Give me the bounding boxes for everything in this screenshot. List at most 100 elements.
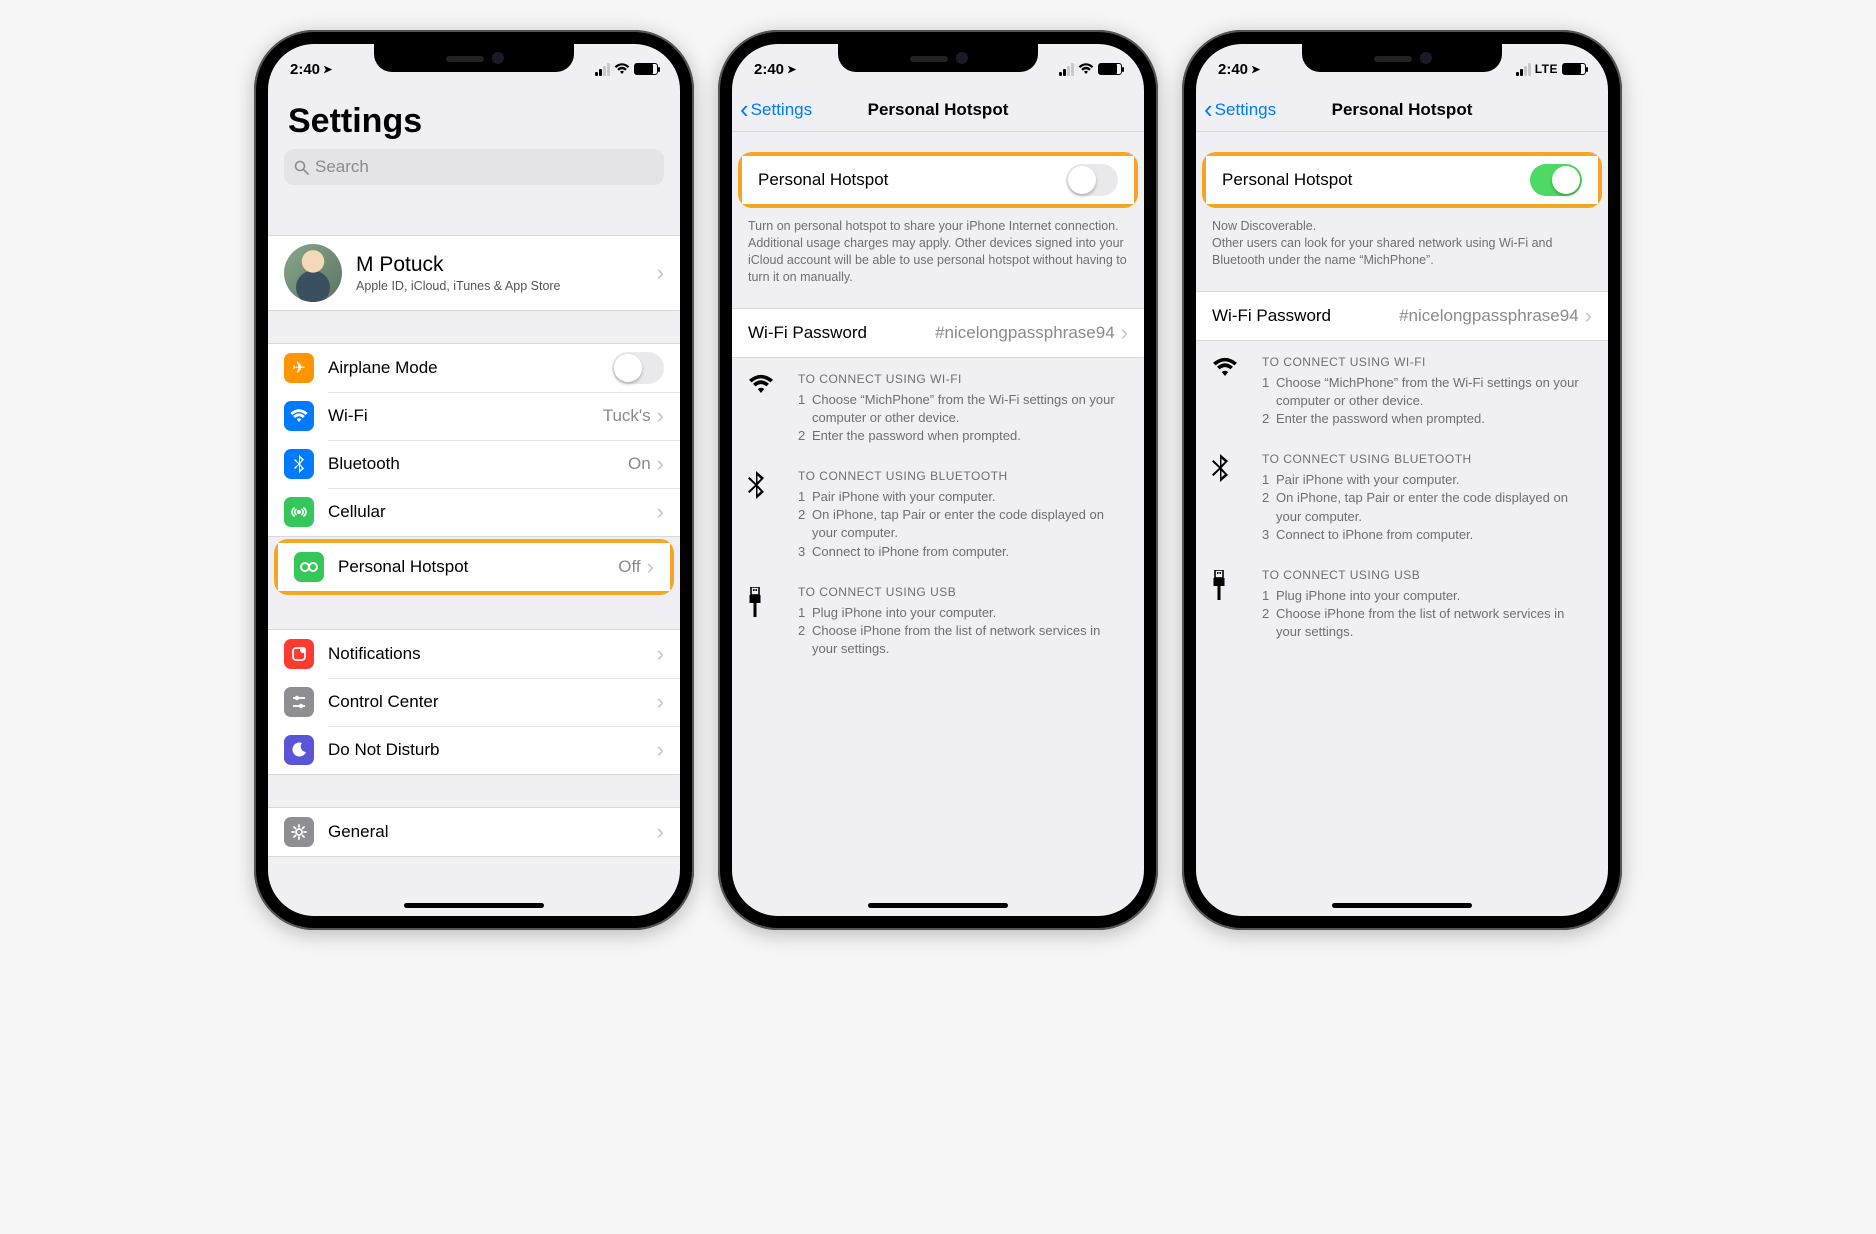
chevron-right-icon: › bbox=[657, 641, 664, 667]
cellular-row[interactable]: Cellular › bbox=[268, 488, 680, 536]
wifi-pw-label: Wi-Fi Password bbox=[1212, 306, 1399, 326]
airplane-icon: ✈ bbox=[284, 353, 314, 383]
cellular-label: Cellular bbox=[328, 502, 657, 522]
highlight-hotspot-row: Personal Hotspot Off › bbox=[274, 539, 674, 595]
usb-icon bbox=[1212, 568, 1246, 642]
hotspot-value: Off bbox=[618, 557, 640, 577]
cellular-signal-icon bbox=[1059, 63, 1074, 76]
instructions-wifi-step-2: Enter the password when prompted. bbox=[1276, 410, 1485, 428]
chevron-right-icon: › bbox=[1585, 303, 1592, 329]
search-placeholder: Search bbox=[315, 157, 369, 177]
control-center-icon bbox=[284, 687, 314, 717]
chevron-right-icon: › bbox=[657, 451, 664, 477]
instructions-usb: TO CONNECT USING USB 1Plug iPhone into y… bbox=[732, 571, 1144, 669]
personal-hotspot-row[interactable]: Personal Hotspot Off › bbox=[278, 543, 670, 591]
search-input[interactable]: Search bbox=[284, 149, 664, 185]
account-subtitle: Apple ID, iCloud, iTunes & App Store bbox=[356, 279, 657, 293]
instructions-bt-step-1: Pair iPhone with your computer. bbox=[812, 488, 996, 506]
footer-description: Other users can look for your shared net… bbox=[1212, 236, 1552, 267]
chevron-right-icon: › bbox=[647, 554, 654, 580]
airplane-toggle[interactable] bbox=[612, 352, 664, 384]
wifi-status-icon bbox=[614, 63, 630, 75]
wifi-row[interactable]: Wi-Fi Tuck's › bbox=[268, 392, 680, 440]
home-indicator[interactable] bbox=[1332, 903, 1472, 908]
usb-icon bbox=[748, 585, 782, 659]
bluetooth-icon bbox=[748, 469, 782, 561]
back-button[interactable]: ‹ Settings bbox=[740, 94, 812, 125]
general-row[interactable]: General › bbox=[268, 808, 680, 856]
hotspot-toggle-label: Personal Hotspot bbox=[758, 170, 1066, 190]
footer-discoverable: Now Discoverable. bbox=[1212, 219, 1316, 233]
instructions-bt-step-1: Pair iPhone with your computer. bbox=[1276, 471, 1460, 489]
wifi-value: Tuck's bbox=[603, 406, 651, 426]
status-time: 2:40 bbox=[290, 61, 320, 78]
home-indicator[interactable] bbox=[868, 903, 1008, 908]
location-arrow-icon: ➤ bbox=[1251, 63, 1260, 76]
instructions-wifi-step-1: Choose “MichPhone” from the Wi-Fi settin… bbox=[812, 391, 1128, 427]
home-indicator[interactable] bbox=[404, 903, 544, 908]
do-not-disturb-row[interactable]: Do Not Disturb › bbox=[268, 726, 680, 774]
general-icon bbox=[284, 817, 314, 847]
screen-hotspot-on: 2:40 ➤ LTE ‹ Settings Personal Hotspot P… bbox=[1196, 44, 1608, 916]
airplane-mode-row[interactable]: ✈ Airplane Mode bbox=[268, 344, 680, 392]
wifi-password-row[interactable]: Wi-Fi Password #nicelongpassphrase94 › bbox=[1196, 292, 1608, 340]
instructions-wifi-step-2: Enter the password when prompted. bbox=[812, 427, 1021, 445]
chevron-right-icon: › bbox=[657, 260, 664, 286]
hotspot-toggle[interactable] bbox=[1530, 164, 1582, 196]
dnd-label: Do Not Disturb bbox=[328, 740, 657, 760]
instructions-usb-step-1: Plug iPhone into your computer. bbox=[812, 604, 996, 622]
page-title: Settings bbox=[268, 88, 680, 149]
wifi-icon bbox=[1212, 355, 1246, 429]
hotspot-toggle-row[interactable]: Personal Hotspot bbox=[1206, 156, 1598, 204]
hotspot-toggle[interactable] bbox=[1066, 164, 1118, 196]
hotspot-icon bbox=[294, 552, 324, 582]
dnd-icon bbox=[284, 735, 314, 765]
cellular-signal-icon bbox=[1516, 63, 1531, 76]
notch bbox=[1302, 44, 1502, 72]
battery-icon bbox=[634, 63, 658, 75]
instructions-usb-step-2: Choose iPhone from the list of network s… bbox=[1276, 605, 1592, 641]
instructions-bluetooth: TO CONNECT USING BLUETOOTH 1Pair iPhone … bbox=[1196, 438, 1608, 554]
wifi-icon bbox=[748, 372, 782, 446]
hotspot-on-footer: Now Discoverable. Other users can look f… bbox=[1196, 210, 1608, 273]
back-button[interactable]: ‹ Settings bbox=[1204, 94, 1276, 125]
highlight-hotspot-toggle: Personal Hotspot bbox=[738, 152, 1138, 208]
wifi-pw-value: #nicelongpassphrase94 bbox=[935, 323, 1115, 343]
instructions-usb-title: TO CONNECT USING USB bbox=[798, 585, 1128, 599]
screen-settings: 2:40 ➤ Settings Search M Po bbox=[268, 44, 680, 916]
chevron-right-icon: › bbox=[657, 819, 664, 845]
instructions-wifi: TO CONNECT USING WI-FI 1Choose “MichPhon… bbox=[732, 358, 1144, 456]
bluetooth-value: On bbox=[628, 454, 651, 474]
instructions-wifi-title: TO CONNECT USING WI-FI bbox=[798, 372, 1128, 386]
instructions-bt-title: TO CONNECT USING BLUETOOTH bbox=[798, 469, 1128, 483]
instructions-usb: TO CONNECT USING USB 1Plug iPhone into y… bbox=[1196, 554, 1608, 652]
wifi-label: Wi-Fi bbox=[328, 406, 603, 426]
wifi-pw-label: Wi-Fi Password bbox=[748, 323, 935, 343]
hotspot-off-footer: Turn on personal hotspot to share your i… bbox=[732, 210, 1144, 290]
location-arrow-icon: ➤ bbox=[323, 63, 332, 76]
wifi-password-row[interactable]: Wi-Fi Password #nicelongpassphrase94 › bbox=[732, 309, 1144, 357]
control-center-row[interactable]: Control Center › bbox=[268, 678, 680, 726]
instructions-wifi: TO CONNECT USING WI-FI 1Choose “MichPhon… bbox=[1196, 341, 1608, 439]
nav-title: Personal Hotspot bbox=[1332, 100, 1473, 120]
hotspot-toggle-row[interactable]: Personal Hotspot bbox=[742, 156, 1134, 204]
instructions-bt-title: TO CONNECT USING BLUETOOTH bbox=[1262, 452, 1592, 466]
bluetooth-icon bbox=[284, 449, 314, 479]
instructions-usb-title: TO CONNECT USING USB bbox=[1262, 568, 1592, 582]
chevron-right-icon: › bbox=[657, 689, 664, 715]
wifi-pw-value: #nicelongpassphrase94 bbox=[1399, 306, 1579, 326]
avatar bbox=[284, 244, 342, 302]
status-time: 2:40 bbox=[1218, 61, 1248, 78]
bluetooth-label: Bluetooth bbox=[328, 454, 628, 474]
bluetooth-icon bbox=[1212, 452, 1246, 544]
notifications-row[interactable]: Notifications › bbox=[268, 630, 680, 678]
cellular-signal-icon bbox=[595, 63, 610, 76]
phone-frame-1: 2:40 ➤ Settings Search M Po bbox=[254, 30, 694, 930]
nav-bar: ‹ Settings Personal Hotspot bbox=[1196, 88, 1608, 132]
instructions-usb-step-1: Plug iPhone into your computer. bbox=[1276, 587, 1460, 605]
bluetooth-row[interactable]: Bluetooth On › bbox=[268, 440, 680, 488]
airplane-label: Airplane Mode bbox=[328, 358, 612, 378]
apple-id-row[interactable]: M Potuck Apple ID, iCloud, iTunes & App … bbox=[268, 236, 680, 310]
hotspot-label: Personal Hotspot bbox=[338, 557, 618, 577]
nav-bar: ‹ Settings Personal Hotspot bbox=[732, 88, 1144, 132]
